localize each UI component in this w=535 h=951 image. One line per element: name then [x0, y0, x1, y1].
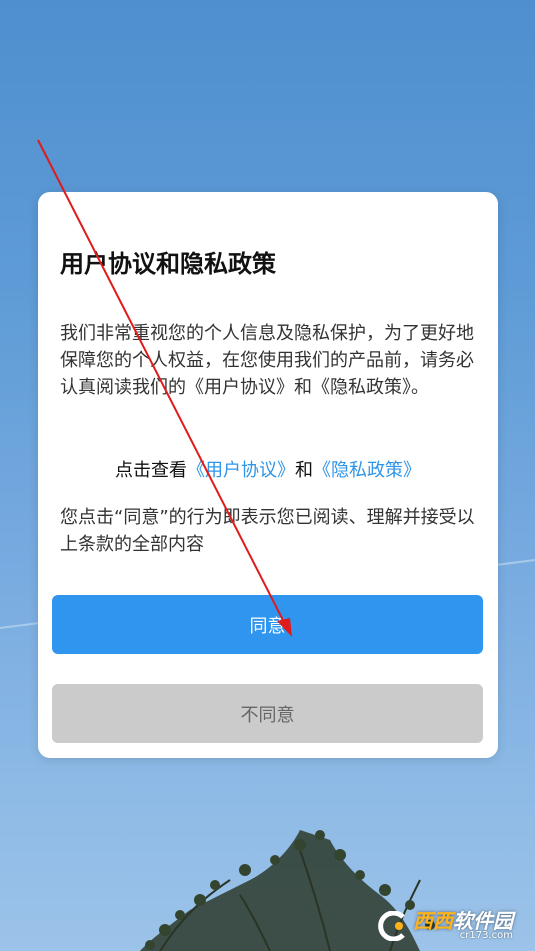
agree-button[interactable]: 同意	[52, 595, 483, 654]
disagree-button-label: 不同意	[240, 704, 295, 726]
watermark-brand-part1: 西西	[413, 909, 453, 933]
consent-note: 您点击“同意”的行为即表示您已阅读、理解并接受以上条款的全部内容	[60, 507, 475, 555]
agree-button-label: 同意	[249, 615, 286, 637]
privacy-policy-link[interactable]: 《隐私政策》	[313, 460, 421, 481]
cr173-logo-icon	[378, 911, 405, 941]
links-and: 和	[295, 460, 313, 481]
disagree-button[interactable]: 不同意	[52, 684, 483, 743]
dialog-title: 用户协议和隐私政策	[60, 250, 276, 278]
watermark: 西西软件园 cr173.com	[373, 911, 513, 941]
agreement-links-line: 点击查看《用户协议》和《隐私政策》	[38, 456, 498, 482]
links-prefix: 点击查看	[115, 460, 187, 481]
watermark-text: 西西软件园 cr173.com	[413, 911, 513, 941]
user-agreement-dialog: 用户协议和隐私政策 我们非常重视您的个人信息及隐私保护，为了更好地保障您的个人权…	[38, 192, 498, 758]
watermark-url: cr173.com	[459, 930, 513, 941]
dialog-body-text: 我们非常重视您的个人信息及隐私保护，为了更好地保障您的个人权益，在您使用我们的产…	[60, 323, 474, 398]
watermark-brand: 西西软件园	[413, 911, 513, 931]
user-agreement-link[interactable]: 《用户协议》	[187, 460, 295, 481]
